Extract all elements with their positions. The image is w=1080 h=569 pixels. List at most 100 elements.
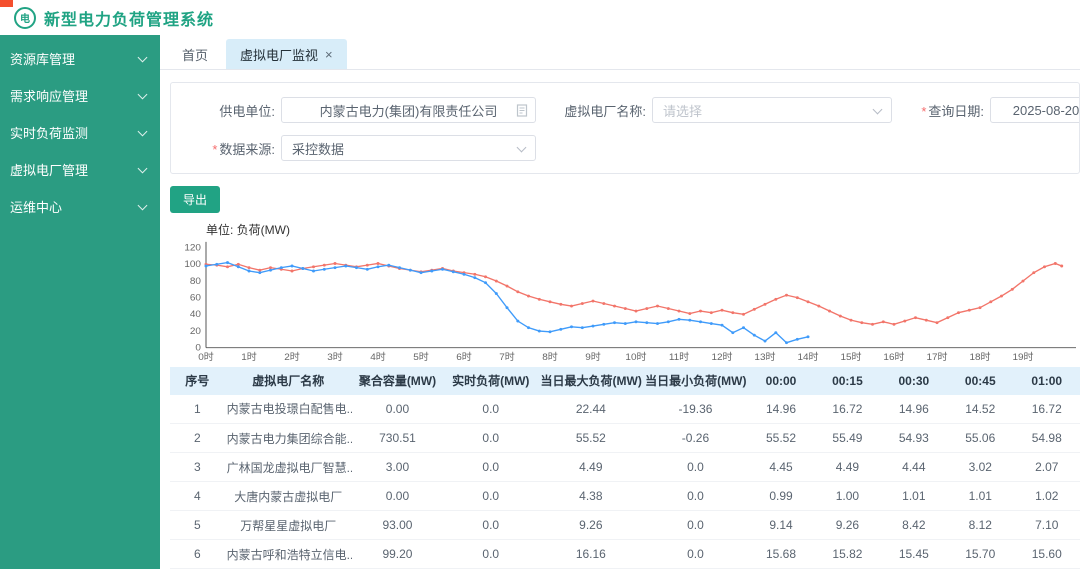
chart-unit-label: 单位: 负荷(MW) xyxy=(206,222,290,237)
table-row[interactable]: 2 内蒙古电力集团综合能... 730.51 0.0 55.52 -0.26 55.52 55… xyxy=(170,423,1080,453)
table-cell: 9.26 xyxy=(538,510,644,540)
table-cell: 0.0 xyxy=(442,394,539,424)
svg-text:19时: 19时 xyxy=(1012,351,1033,363)
sidebar-item-resource-library[interactable]: 资源库管理 xyxy=(0,40,160,77)
table-row[interactable]: 1 内蒙古电投璟白配售电... 0.00 0.0 22.44 -19.36 14.96 16.… xyxy=(170,394,1080,424)
table-row[interactable]: 5 万帮星星虚拟电厂 93.00 0.0 9.26 0.0 9.14 9.26 8.42 8.12… xyxy=(170,510,1080,540)
app-header: 电 新型电力负荷管理系统 xyxy=(0,0,1080,35)
sidebar: 资源库管理 需求响应管理 实时负荷监测 虚拟电厂管理 运维中心 xyxy=(0,35,160,569)
data-source-value: 采控数据 xyxy=(292,141,345,157)
svg-text:120: 120 xyxy=(184,242,201,253)
supply-unit-input[interactable]: 内蒙古电力(集团)有限责任公司 xyxy=(281,97,536,123)
svg-text:40: 40 xyxy=(190,309,202,320)
query-date-input[interactable]: 2025-08-20 xyxy=(990,97,1080,123)
svg-text:7时: 7时 xyxy=(499,351,515,363)
svg-text:18时: 18时 xyxy=(969,351,990,363)
table-cell: 55.52 xyxy=(747,423,815,453)
table-cell: 4.38 xyxy=(538,481,644,511)
query-date-value: 2025-08-20 xyxy=(1012,102,1080,118)
table-cell: 0.0 xyxy=(442,510,539,540)
column-header: 序号 xyxy=(170,366,225,395)
table-cell: 1.01 xyxy=(947,481,1014,511)
data-source-label: * 数据来源: xyxy=(212,141,275,157)
svg-text:11时: 11时 xyxy=(669,351,690,363)
chevron-down-icon xyxy=(137,163,148,173)
table-cell: 14.96 xyxy=(747,394,815,424)
chevron-down-icon xyxy=(872,104,883,115)
table-row[interactable]: 6 内蒙古呼和浩特立信电... 99.20 0.0 16.16 0.0 15.68 15.82… xyxy=(170,539,1080,569)
svg-text:9时: 9时 xyxy=(585,351,601,363)
export-button[interactable]: 导出 xyxy=(170,185,221,213)
svg-text:4时: 4时 xyxy=(370,351,386,363)
table-cell: 55.06 xyxy=(947,423,1014,453)
org-picker-icon[interactable] xyxy=(516,104,528,117)
table-cell: 0.00 xyxy=(351,481,443,511)
table-cell: 93.00 xyxy=(351,510,443,540)
table-cell: 3.00 xyxy=(351,452,443,482)
svg-text:10时: 10时 xyxy=(625,351,646,363)
query-date-label: * 查询日期: xyxy=(921,103,984,119)
sidebar-item-realtime-load[interactable]: 实时负荷监测 xyxy=(0,114,160,151)
column-header: 虚拟电厂名称 xyxy=(224,366,352,395)
sidebar-item-ops-center[interactable]: 运维中心 xyxy=(0,188,160,225)
vpp-table-wrap: 序号 虚拟电厂名称 聚合容量(MW) 实时负荷(MW) 当日最大负荷(MW) 当日最小负荷… xyxy=(170,366,1080,569)
table-cell: 3 xyxy=(170,452,225,482)
table-cell: 内蒙古呼和浩特立信电... xyxy=(224,539,352,569)
table-cell: 16.72 xyxy=(1013,394,1080,424)
column-header: 当日最小负荷(MW) xyxy=(643,366,748,395)
svg-text:60: 60 xyxy=(190,292,202,303)
screen-corner-artifact xyxy=(0,0,13,7)
vpp-name-select[interactable]: 请选择 xyxy=(652,97,892,123)
tab-label: 虚拟电厂监视 xyxy=(240,47,319,63)
table-cell: 8.42 xyxy=(880,510,948,540)
load-line-chart: 0204060801001200时 1时 2时 3时 4时 5时 6时 7时 8时 9时 10时 11… xyxy=(184,241,1076,363)
column-header: 00:15 xyxy=(814,366,881,395)
results-table: 序号 虚拟电厂名称 聚合容量(MW) 实时负荷(MW) 当日最大负荷(MW) 当日最小负荷… xyxy=(170,366,1080,569)
svg-text:17时: 17时 xyxy=(926,351,947,363)
table-row[interactable]: 4 大唐内蒙古虚拟电厂 0.00 0.0 4.38 0.0 0.99 1.00 1.01 1.01… xyxy=(170,481,1080,511)
table-cell: 0.0 xyxy=(643,481,748,511)
tab-close-icon[interactable]: × xyxy=(325,47,333,62)
table-cell: 54.98 xyxy=(1013,423,1080,453)
table-cell: 55.49 xyxy=(814,423,881,453)
sidebar-item-label: 资源库管理 xyxy=(10,52,76,67)
vpp-name-placeholder: 请选择 xyxy=(663,103,703,119)
vpp-name-label: 虚拟电厂名称: xyxy=(564,103,646,119)
svg-text:2时: 2时 xyxy=(284,351,300,363)
required-marker: * xyxy=(921,103,927,119)
svg-text:20: 20 xyxy=(190,326,202,337)
table-cell: 0.0 xyxy=(442,452,539,482)
table-cell: 14.52 xyxy=(947,394,1014,424)
table-body: 1 内蒙古电投璟白配售电... 0.00 0.0 22.44 -19.36 14.96 16.… xyxy=(170,394,1080,569)
svg-text:100: 100 xyxy=(184,259,201,270)
table-cell: 1.01 xyxy=(880,481,948,511)
table-cell: 15.60 xyxy=(1013,539,1080,569)
data-source-select[interactable]: 采控数据 xyxy=(281,135,536,161)
sidebar-item-demand-response[interactable]: 需求响应管理 xyxy=(0,77,160,114)
table-cell: 0.0 xyxy=(643,539,748,569)
table-row[interactable]: 3 广林国龙虚拟电厂智慧... 3.00 0.0 4.49 0.0 4.45 4.49 4.44… xyxy=(170,452,1080,482)
app-title: 新型电力负荷管理系统 xyxy=(44,11,215,29)
table-cell: 1.00 xyxy=(814,481,881,511)
table-cell: 15.70 xyxy=(947,539,1014,569)
svg-text:14时: 14时 xyxy=(797,351,818,363)
tab-bar: 首页 虚拟电厂监视 × xyxy=(160,35,1080,70)
tab-home[interactable]: 首页 xyxy=(168,39,222,69)
chevron-down-icon xyxy=(137,89,148,99)
table-cell: 0.0 xyxy=(442,539,539,569)
chevron-down-icon xyxy=(137,200,148,210)
table-cell: 广林国龙虚拟电厂智慧... xyxy=(224,452,352,482)
svg-text:15时: 15时 xyxy=(840,351,861,363)
sidebar-item-vpp-management[interactable]: 虚拟电厂管理 xyxy=(0,151,160,188)
svg-text:12时: 12时 xyxy=(711,351,732,363)
table-cell: 0.0 xyxy=(442,423,539,453)
table-cell: 9.26 xyxy=(814,510,881,540)
table-cell: 0.99 xyxy=(747,481,815,511)
column-header: 实时负荷(MW) xyxy=(442,366,539,395)
tab-vpp-monitor[interactable]: 虚拟电厂监视 × xyxy=(226,39,347,69)
chevron-down-icon xyxy=(516,142,527,153)
table-cell: 15.68 xyxy=(747,539,815,569)
svg-text:16时: 16时 xyxy=(883,351,904,363)
sidebar-item-label: 运维中心 xyxy=(10,200,63,215)
column-header: 00:45 xyxy=(947,366,1014,395)
